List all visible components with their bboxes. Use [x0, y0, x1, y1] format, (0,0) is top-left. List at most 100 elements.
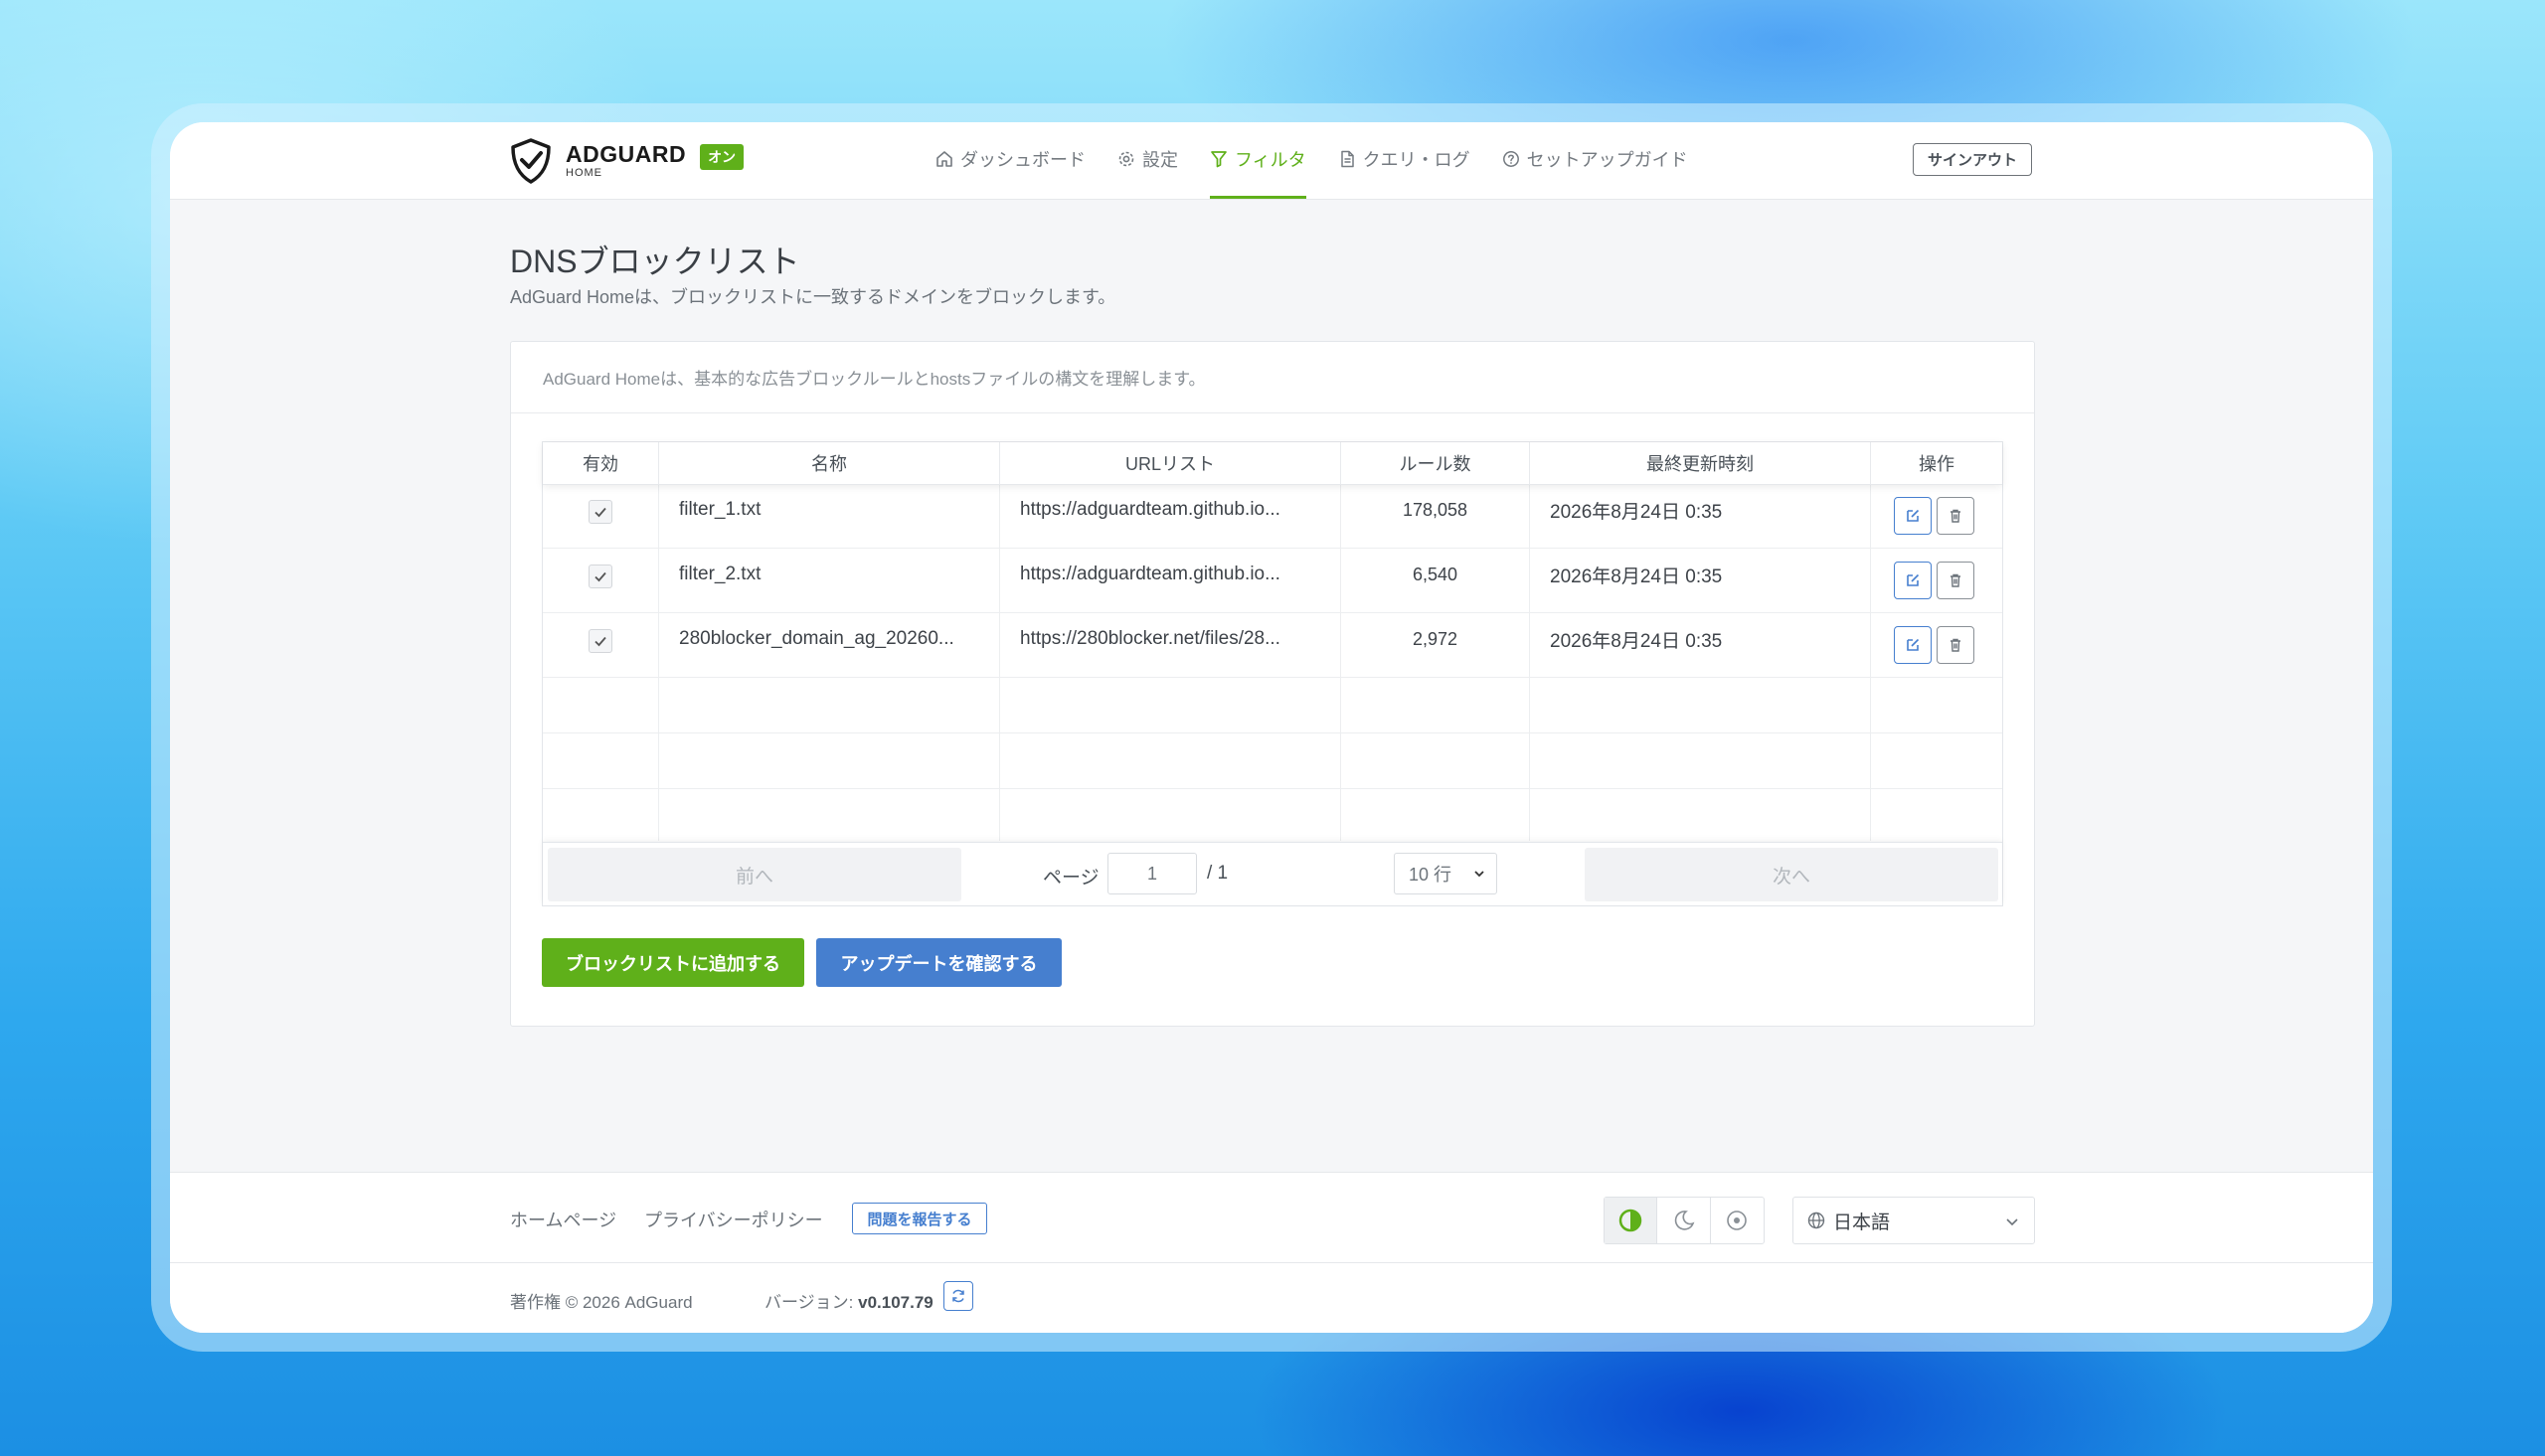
pagination: 前へ ページ / 1 10 行 次へ [543, 842, 2002, 905]
homepage-link[interactable]: ホームページ [510, 1207, 616, 1232]
empty-cell [1871, 789, 2002, 841]
report-issue-button[interactable]: 問題を報告する [852, 1203, 987, 1234]
edit-button[interactable] [1894, 497, 1932, 535]
theme-dark-button[interactable] [1657, 1198, 1711, 1243]
trash-icon [1951, 573, 1960, 587]
table-body: filter_1.txt https://adguardteam.github.… [543, 484, 2002, 841]
check-updates-button[interactable]: アップデートを確認する [816, 938, 1062, 987]
column-header-actions: 操作 [1919, 454, 1954, 474]
filter-url: https://adguardteam.github.io... [1000, 549, 1341, 612]
edit-icon [1907, 509, 1920, 522]
home-icon [936, 151, 952, 167]
empty-cell [1530, 733, 1871, 788]
actions-cell [1871, 549, 2002, 612]
version-label: バージョン: [764, 1293, 859, 1312]
adguard-logo[interactable]: ADGUARD HOME オン [510, 136, 745, 186]
trash-icon [1951, 638, 1960, 652]
check-version-button[interactable] [943, 1281, 973, 1311]
delete-button[interactable] [1937, 497, 1974, 535]
filter-icon [1211, 151, 1227, 168]
blocklist-card: AdGuard Homeは、基本的な広告ブロックルールとhostsファイルの構文… [510, 341, 2035, 1027]
rows-per-page-select[interactable]: 10 行 [1394, 853, 1497, 894]
actions-cell [1871, 484, 2002, 548]
column-header-enabled[interactable]: 有効 [543, 442, 659, 484]
privacy-policy-link[interactable]: プライバシーポリシー [644, 1207, 823, 1232]
nav-dashboard[interactable]: ダッシュボード [935, 122, 1086, 199]
chevron-down-icon [1474, 871, 1484, 878]
checkmark-icon [594, 507, 606, 518]
last-updated: 2026年8月24日 0:35 [1530, 549, 1871, 612]
enabled-checkbox[interactable] [589, 629, 612, 653]
enabled-checkbox[interactable] [589, 500, 612, 524]
document-icon [1340, 150, 1354, 168]
empty-cell [659, 678, 1000, 732]
filter-name: filter_2.txt [659, 549, 1000, 612]
actions-cell [1871, 613, 2002, 677]
enabled-cell [543, 484, 659, 548]
language-select[interactable]: 日本語 [1792, 1197, 2035, 1244]
logo-subtitle: HOME [566, 167, 602, 179]
nav-query-log[interactable]: クエリ・ログ [1338, 122, 1470, 199]
main-nav: ダッシュボード 設定 フィルタ クエリ・ログ セットアップガイド [935, 122, 1720, 199]
table-row: filter_1.txt https://adguardteam.github.… [543, 484, 2002, 549]
globe-icon [1807, 1212, 1825, 1229]
checkmark-icon [594, 571, 606, 582]
rule-count: 2,972 [1341, 613, 1530, 677]
enabled-checkbox[interactable] [589, 565, 612, 588]
edit-icon [1907, 573, 1920, 586]
empty-row [543, 733, 2002, 789]
signout-button[interactable]: サインアウト [1913, 143, 2032, 176]
footer-meta-bar: 著作権 © 2026 AdGuard バージョン: v0.107.79 [170, 1263, 2373, 1333]
enabled-cell [543, 613, 659, 677]
table-header: 有効 名称 URLリスト ルール数 最終更新時刻 操作 [543, 442, 2002, 485]
help-circle-icon [1502, 151, 1519, 167]
footer-links-bar: ホームページ プライバシーポリシー 問題を報告する 日本語 [170, 1172, 2373, 1263]
next-page-button[interactable]: 次へ [1585, 848, 1998, 901]
gear-icon [1118, 151, 1134, 167]
empty-cell [659, 789, 1000, 841]
empty-cell [1000, 733, 1341, 788]
light-theme-icon [1727, 1211, 1748, 1230]
filter-name: filter_1.txt [659, 484, 1000, 548]
page-number-input[interactable] [1107, 853, 1197, 894]
auto-theme-icon [1618, 1209, 1642, 1232]
shield-check-icon [511, 138, 551, 184]
filter-url: https://adguardteam.github.io... [1000, 484, 1341, 548]
empty-cell [1341, 789, 1530, 841]
column-header-rules[interactable]: ルール数 [1341, 442, 1530, 484]
copyright-text: 著作権 © 2026 AdGuard [510, 1293, 693, 1312]
add-blocklist-button[interactable]: ブロックリストに追加する [542, 938, 804, 987]
empty-cell [1000, 789, 1341, 841]
nav-label: クエリ・ログ [1362, 150, 1470, 170]
theme-light-button[interactable] [1711, 1198, 1764, 1243]
empty-cell [543, 733, 659, 788]
blocklist-table: 有効 名称 URLリスト ルール数 最終更新時刻 操作 filter_1.txt… [542, 441, 2003, 906]
nav-filters[interactable]: フィルタ [1210, 122, 1306, 199]
column-header-name[interactable]: 名称 [659, 442, 1000, 484]
version-number: v0.107.79 [858, 1293, 933, 1312]
chevron-down-icon [2006, 1218, 2018, 1226]
empty-cell [1871, 733, 2002, 788]
delete-button[interactable] [1937, 562, 1974, 599]
edit-icon [1907, 638, 1920, 651]
page-total: / 1 [1207, 863, 1229, 884]
empty-cell [1341, 733, 1530, 788]
empty-cell [1000, 678, 1341, 732]
table-row: filter_2.txt https://adguardteam.github.… [543, 549, 2002, 613]
status-badge: オン [700, 144, 745, 170]
empty-cell [543, 678, 659, 732]
empty-cell [1341, 678, 1530, 732]
language-value: 日本語 [1833, 1212, 1891, 1233]
nav-setup-guide[interactable]: セットアップガイド [1502, 122, 1688, 199]
edit-button[interactable] [1894, 562, 1932, 599]
prev-page-button[interactable]: 前へ [548, 848, 961, 901]
column-header-updated[interactable]: 最終更新時刻 [1530, 442, 1871, 484]
theme-auto-button[interactable] [1605, 1198, 1658, 1243]
edit-button[interactable] [1894, 626, 1932, 664]
delete-button[interactable] [1937, 626, 1974, 664]
empty-row [543, 789, 2002, 841]
empty-row [543, 678, 2002, 733]
nav-settings[interactable]: 設定 [1117, 122, 1178, 199]
column-header-url[interactable]: URLリスト [1000, 442, 1341, 484]
logo-title: ADGUARD [566, 141, 687, 167]
